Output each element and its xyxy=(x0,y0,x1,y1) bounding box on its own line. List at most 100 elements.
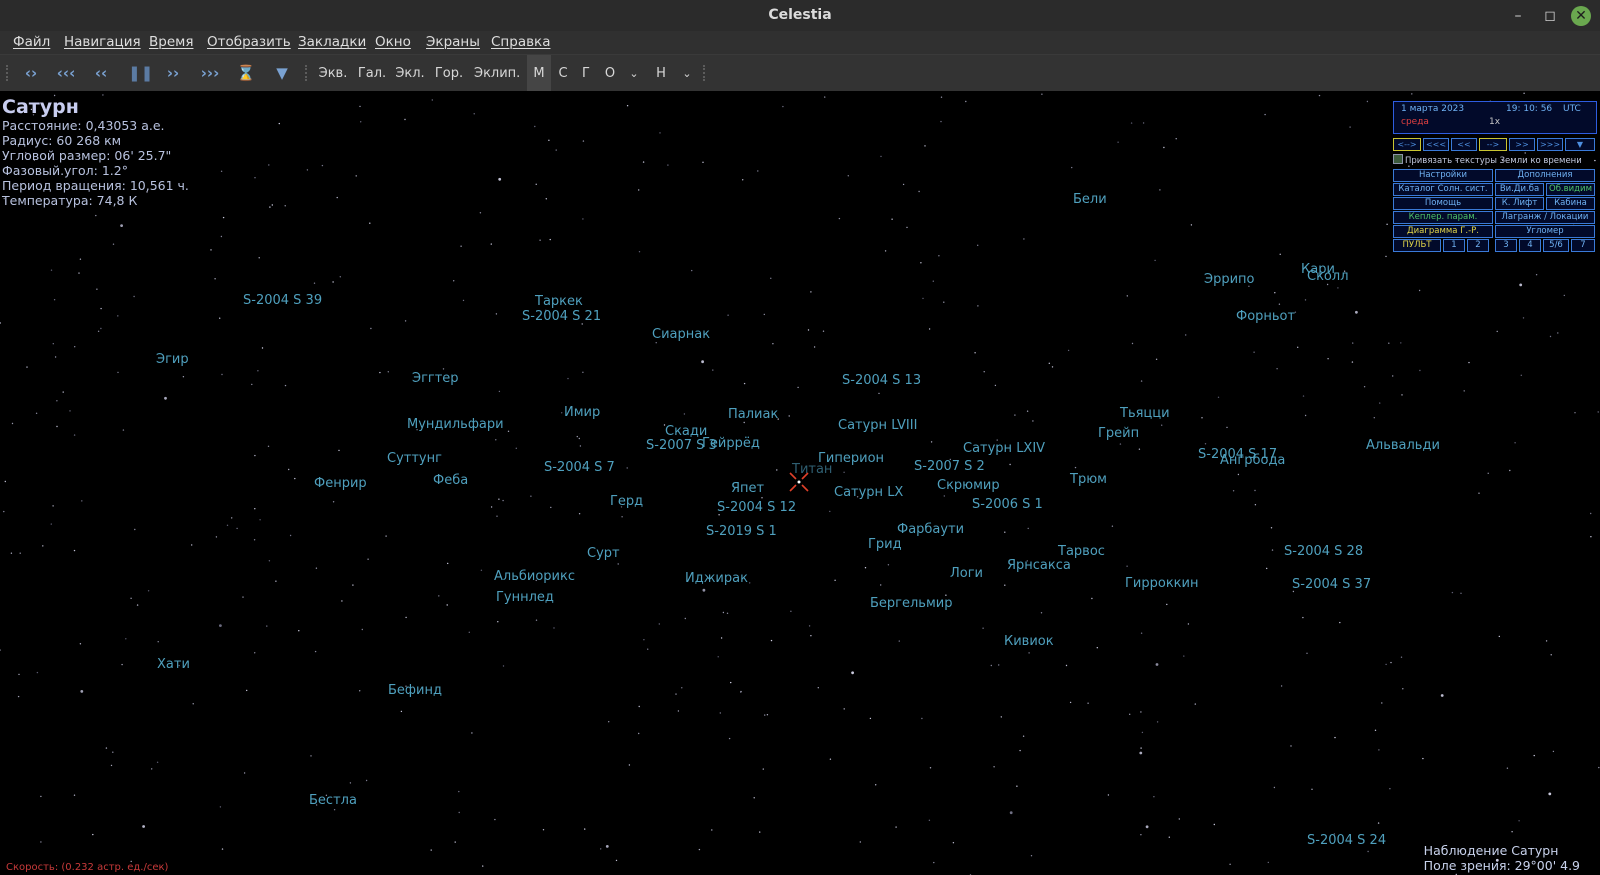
moon-label[interactable]: Герд xyxy=(610,494,643,509)
toggle-c-button[interactable]: С xyxy=(555,55,571,92)
moon-label[interactable]: S-2004 S 13 xyxy=(842,373,921,388)
moon-label[interactable]: Гуннлед xyxy=(496,590,554,605)
moon-label[interactable]: S-2004 S 39 xyxy=(243,293,322,308)
sky-view[interactable]: Сатурн Расстояние: 0,43053 а.е. Радиус: … xyxy=(0,91,1600,875)
cabin-button[interactable]: Кабина xyxy=(1546,197,1595,210)
moon-label[interactable]: Хати xyxy=(157,657,190,672)
chevron-down-icon[interactable]: ⌄ xyxy=(680,55,694,92)
pult-7-button[interactable]: 7 xyxy=(1571,239,1595,252)
menu-time[interactable]: Время xyxy=(149,34,193,50)
moon-label[interactable]: Эггтер xyxy=(412,371,459,386)
moon-label[interactable]: Кивиок xyxy=(1004,634,1054,649)
current-time-icon[interactable]: ⌛ xyxy=(236,55,256,92)
moon-label[interactable]: Сколл xyxy=(1307,269,1349,284)
realtime-button[interactable]: --> xyxy=(1479,138,1507,151)
moon-label[interactable]: S-2004 S 37 xyxy=(1292,577,1371,592)
moon-label[interactable]: Бергельмир xyxy=(870,596,952,611)
settings-button[interactable]: Настройки xyxy=(1393,169,1493,182)
moon-label[interactable]: Сатурн LXIV xyxy=(963,441,1045,456)
toggle-n-button[interactable]: Н xyxy=(653,55,669,92)
pult-3-button[interactable]: 3 xyxy=(1495,239,1517,252)
moon-label[interactable]: Сурт xyxy=(587,546,620,561)
moon-label[interactable]: Суттунг xyxy=(387,451,442,466)
moon-label[interactable]: S-2004 S 24 xyxy=(1307,833,1386,848)
pult-2-button[interactable]: 2 xyxy=(1467,239,1489,252)
lift-button[interactable]: К. Лифт xyxy=(1495,197,1544,210)
galactic-grid-button[interactable]: Гал. xyxy=(357,55,387,92)
menu-navigation[interactable]: Навигация xyxy=(64,34,141,50)
vidiba-button[interactable]: Ви.Ди.ба xyxy=(1495,183,1544,196)
fast-rewind-button[interactable]: <<< xyxy=(1423,138,1449,151)
moon-label[interactable]: Феба xyxy=(433,473,468,488)
menu-display[interactable]: Отобразить xyxy=(207,34,291,50)
moon-label[interactable]: Ярнсакса xyxy=(1007,558,1071,573)
moon-label[interactable]: Логи xyxy=(950,566,983,581)
rewind-button[interactable]: << xyxy=(1451,138,1477,151)
moon-label[interactable]: S-2004 S 21 xyxy=(522,309,601,324)
equatorial-grid-button[interactable]: Экв. xyxy=(318,55,348,92)
moon-label[interactable]: Сиарнак xyxy=(652,327,710,342)
toggle-m-button[interactable]: М xyxy=(527,55,551,92)
addons-button[interactable]: Дополнения xyxy=(1495,169,1595,182)
toolbar-handle[interactable] xyxy=(6,65,10,81)
moon-label[interactable]: Альбиорикс xyxy=(494,569,575,584)
moon-label[interactable]: Палиак xyxy=(728,407,778,422)
moon-label[interactable]: Скрюмир xyxy=(937,478,1000,493)
moon-label[interactable]: Эгир xyxy=(156,352,189,367)
menu-help[interactable]: Справка xyxy=(491,34,550,50)
moon-label[interactable]: S-2004 S 7 xyxy=(544,460,615,475)
forward-button[interactable]: >> xyxy=(1509,138,1535,151)
moon-label[interactable]: Мундильфари xyxy=(407,417,504,432)
moon-label[interactable]: Фенрир xyxy=(314,476,367,491)
help-button[interactable]: Помощь xyxy=(1393,197,1493,210)
pult-4-button[interactable]: 4 xyxy=(1519,239,1541,252)
moon-label[interactable]: Имир xyxy=(564,405,600,420)
earth-texture-sync-checkbox[interactable]: Привязать текстуры Земли ко времени xyxy=(1393,154,1582,166)
pause-icon[interactable]: ❚❚ xyxy=(128,55,153,92)
pult-56-button[interactable]: 5/6 xyxy=(1543,239,1569,252)
kepler-params-button[interactable]: Кеплер. парам. xyxy=(1393,211,1493,224)
moon-label[interactable]: Фарбаути xyxy=(897,522,964,537)
moon-label[interactable]: Гейррёд xyxy=(702,436,760,451)
goniometer-button[interactable]: Угломер xyxy=(1495,225,1595,238)
hr-diagram-button[interactable]: Диаграмма Г.-Р. xyxy=(1393,225,1493,238)
lagrange-button[interactable]: Лагранж / Локации xyxy=(1495,211,1595,224)
close-icon[interactable]: ✕ xyxy=(1571,6,1591,26)
moon-label[interactable]: Гирроккин xyxy=(1125,576,1199,591)
checkbox-icon[interactable] xyxy=(1393,154,1403,164)
toggle-g-button[interactable]: Г xyxy=(578,55,594,92)
moon-label[interactable]: Скади xyxy=(665,424,707,439)
moon-label[interactable]: Ангрбода xyxy=(1220,453,1285,468)
filter-icon[interactable]: ▼ xyxy=(1565,138,1595,151)
pult-button[interactable]: ПУЛЬТ xyxy=(1393,239,1441,252)
filter-icon[interactable]: ▼ xyxy=(272,55,292,92)
moon-label[interactable]: Тьяцци xyxy=(1120,406,1170,421)
moon-label[interactable]: Таркек xyxy=(535,294,583,309)
reverse-time-icon[interactable]: ‹› xyxy=(20,55,42,92)
moon-label[interactable]: Бефинд xyxy=(388,683,442,698)
solar-catalog-button[interactable]: Каталог Солн. сист. xyxy=(1393,183,1493,196)
forward-icon[interactable]: ›› xyxy=(162,55,184,92)
moon-label[interactable]: Грид xyxy=(868,537,902,552)
rewind-icon[interactable]: ‹‹ xyxy=(90,55,112,92)
minimize-icon[interactable]: – xyxy=(1508,6,1528,26)
moon-label[interactable]: S-2004 S 12 xyxy=(717,500,796,515)
maximize-icon[interactable]: ◻ xyxy=(1540,6,1560,26)
moon-label[interactable]: Тарвос xyxy=(1058,544,1105,559)
menu-bookmarks[interactable]: Закладки xyxy=(298,34,366,50)
toggle-o-button[interactable]: О xyxy=(602,55,618,92)
moon-label[interactable]: Трюм xyxy=(1070,472,1107,487)
moon-label[interactable]: Грейп xyxy=(1098,426,1139,441)
obvidim-button[interactable]: Об.видим xyxy=(1546,183,1595,196)
moon-label[interactable]: S-2019 S 1 xyxy=(706,524,777,539)
horizontal-grid-button[interactable]: Гор. xyxy=(433,55,465,92)
moon-label[interactable]: S-2007 S 2 xyxy=(914,459,985,474)
menu-file[interactable]: Файл xyxy=(13,34,50,50)
moon-label[interactable]: Форньот xyxy=(1236,309,1295,324)
moon-label[interactable]: S-2004 S 28 xyxy=(1284,544,1363,559)
moon-label[interactable]: Иджирак xyxy=(685,571,748,586)
reverse-time-button[interactable]: <--> xyxy=(1393,138,1421,151)
chevron-down-icon[interactable]: ⌄ xyxy=(627,55,641,92)
menu-window[interactable]: Окно xyxy=(375,34,411,50)
moon-label[interactable]: Альвальди xyxy=(1366,438,1440,453)
